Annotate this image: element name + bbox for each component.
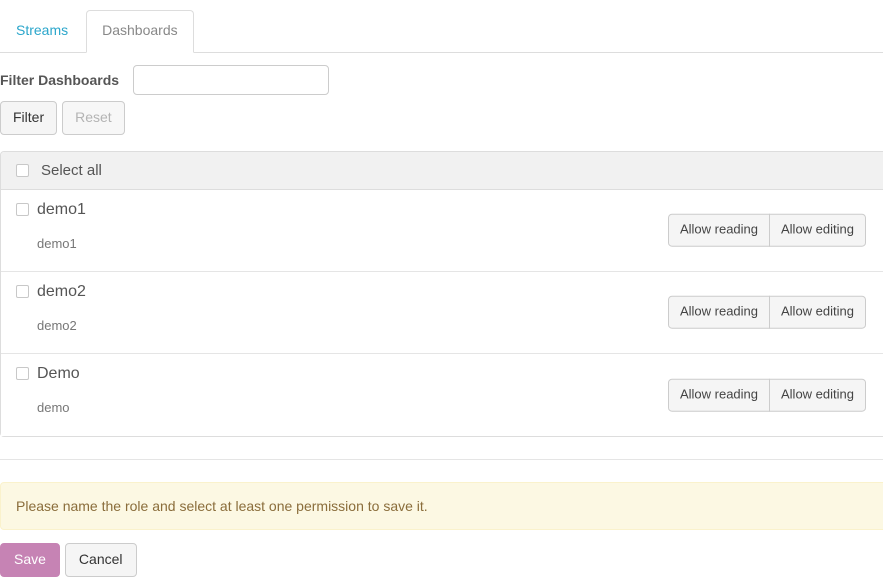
permission-button-group: Allow reading Allow editing (667, 378, 866, 412)
select-all-row[interactable]: Select all (1, 151, 883, 190)
dashboard-checkbox[interactable] (16, 285, 29, 299)
section-divider (0, 458, 883, 460)
reset-button[interactable]: Reset (62, 101, 125, 135)
allow-editing-button[interactable]: Allow editing (769, 378, 866, 412)
dashboard-title: demo1 (37, 200, 86, 218)
filter-button[interactable]: Filter (0, 101, 58, 135)
allow-reading-button[interactable]: Allow reading (667, 378, 770, 412)
tab-dashboards[interactable]: Dashboards (86, 10, 194, 53)
list-item: Demo demo Allow reading Allow editing (1, 353, 883, 436)
dashboard-checkbox[interactable] (16, 203, 29, 217)
select-all-checkbox[interactable] (16, 163, 29, 177)
dashboard-checkbox[interactable] (16, 367, 29, 381)
filter-row: Filter Dashboards (0, 53, 883, 95)
form-actions: Save Cancel (0, 542, 883, 577)
tab-streams[interactable]: Streams (0, 10, 84, 53)
dashboards-list: Select all demo1 demo1 Allow reading All… (0, 150, 883, 437)
filter-dashboards-input[interactable] (133, 65, 330, 95)
list-item: demo2 demo2 Allow reading Allow editing (1, 271, 883, 354)
dashboard-title: Demo (37, 364, 80, 382)
cancel-button[interactable]: Cancel (64, 542, 137, 577)
filter-actions: Filter Reset (0, 95, 883, 135)
validation-alert-message: Please name the role and select at least… (16, 497, 428, 514)
permission-button-group: Allow reading Allow editing (667, 296, 866, 329)
allow-editing-button[interactable]: Allow editing (769, 214, 866, 247)
select-all-label: Select all (41, 161, 102, 179)
save-button[interactable]: Save (0, 542, 60, 577)
permission-button-group: Allow reading Allow editing (667, 214, 866, 247)
allow-editing-button[interactable]: Allow editing (769, 296, 866, 329)
allow-reading-button[interactable]: Allow reading (667, 214, 770, 247)
allow-reading-button[interactable]: Allow reading (667, 296, 770, 329)
list-item: demo1 demo1 Allow reading Allow editing (1, 189, 883, 272)
filter-label: Filter Dashboards (0, 72, 120, 88)
dashboard-title: demo2 (37, 282, 86, 300)
tab-bar: Streams Dashboards (0, 0, 883, 53)
validation-alert: Please name the role and select at least… (0, 481, 883, 530)
